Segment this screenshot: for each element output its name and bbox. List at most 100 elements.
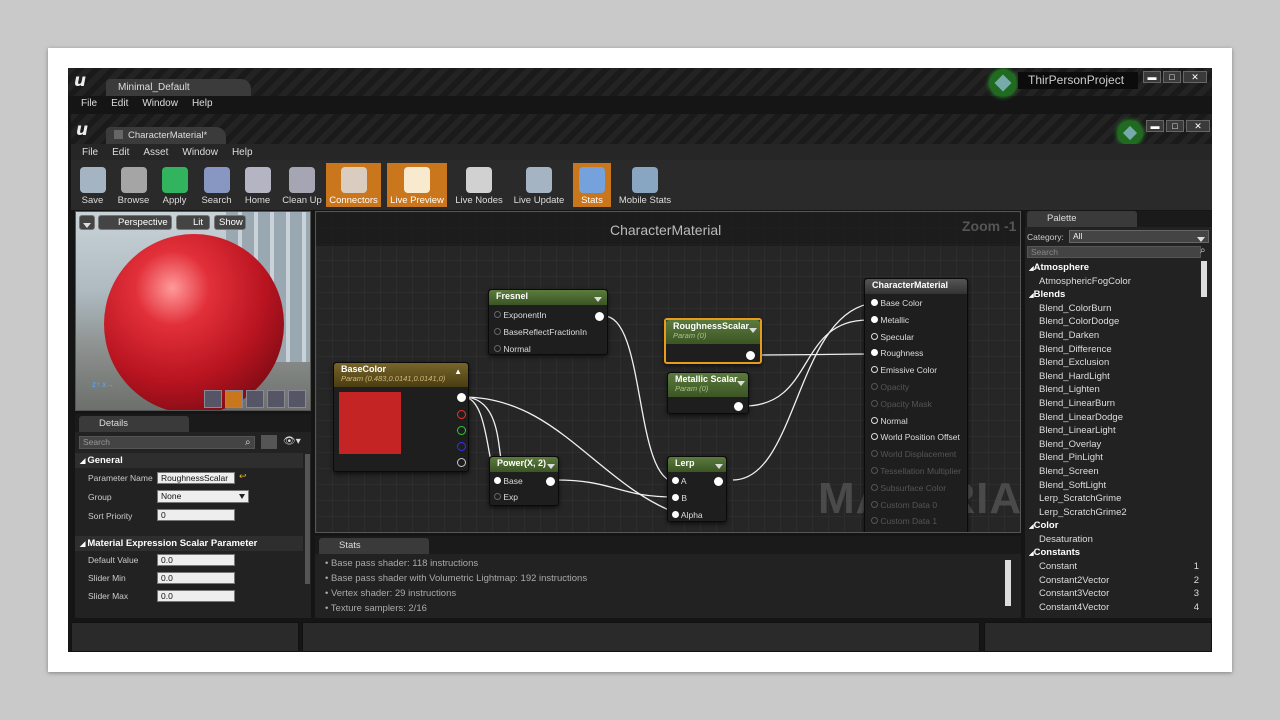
result-pin-base-color[interactable]: Base Color [871,298,922,308]
editor-close-button[interactable]: ✕ [1186,120,1210,132]
save-button[interactable]: Save [73,163,112,207]
power-pin-base[interactable]: Base [494,476,523,486]
palette-item[interactable]: Blend_Lighten [1029,383,1203,397]
palette-item[interactable]: Constant3Vector 3 [1029,587,1203,601]
result-pin-custom-data-1[interactable]: Custom Data 1 [871,516,937,526]
outer-minimize-button[interactable]: ▬ [1143,71,1161,83]
result-pin-emissive-color[interactable]: Emissive Color [871,365,937,375]
outer-menu-help[interactable]: Help [192,98,213,109]
palette-item[interactable]: Blend_PinLight [1029,451,1203,465]
lerp-pin-alpha[interactable]: Alpha [672,510,703,520]
power-pin-exp[interactable]: Exp [494,492,518,502]
result-pin-roughness[interactable]: Roughness [871,348,923,358]
connectors-button[interactable]: Connectors [326,163,381,207]
chevron-down-icon[interactable] [547,461,555,471]
stats-button[interactable]: Stats [573,163,611,207]
palette-item[interactable]: Constant4Vector 4 [1029,601,1203,615]
preview-plane-icon[interactable] [246,390,264,408]
show-button[interactable]: Show [214,215,246,230]
metallic-output-pin[interactable] [734,402,743,411]
metallic-scalar-node[interactable]: Metallic Scalar Param (0) [667,372,749,414]
output-pin-r[interactable] [457,410,466,419]
chevron-down-icon[interactable] [737,378,745,388]
roughness-output-pin[interactable] [746,351,755,360]
preview-sphere-icon[interactable] [225,390,243,408]
palette-item[interactable]: Blend_Overlay [1029,438,1203,452]
output-pin-a[interactable] [457,458,466,467]
slider-max-input[interactable]: 0.0 [157,590,235,602]
palette-item[interactable]: Desaturation [1029,533,1203,547]
outer-menu-window[interactable]: Window [142,98,178,109]
group-select[interactable]: None [157,490,249,503]
result-pin-world-displacement[interactable]: World Displacement [871,449,956,459]
fresnel-pin-normal[interactable]: Normal [494,344,531,354]
details-scrollbar[interactable] [305,454,310,584]
outer-menu-file[interactable]: File [81,98,97,109]
editor-menu-edit[interactable]: Edit [112,147,129,158]
material-result-node[interactable]: CharacterMaterial Base Color Metallic Sp… [864,278,968,532]
chevron-down-icon[interactable] [749,325,757,335]
palette-item[interactable]: Blend_Darken [1029,329,1203,343]
outer-close-button[interactable]: ✕ [1183,71,1207,83]
reset-arrow-icon[interactable]: ↩ [239,471,247,482]
palette-search-input[interactable]: Search [1027,246,1201,258]
preview-viewport[interactable]: Perspective Lit Show z↑ x→ [75,211,311,411]
visibility-eye-icon[interactable]: 👁▾ [283,436,301,447]
stats-scrollbar[interactable] [1005,560,1011,606]
details-search-input[interactable]: Search [79,436,255,449]
palette-item[interactable]: Constant 1 [1029,560,1203,574]
fresnel-node[interactable]: Fresnel ExponentIn BaseReflectFractionIn… [488,289,608,355]
browse-button[interactable]: Browse [114,163,153,207]
palette-tab[interactable]: Palette [1027,211,1137,227]
palette-item[interactable]: Blend_ColorBurn [1029,302,1203,316]
scalar-section-header[interactable]: ◢ Material Expression Scalar Parameter [75,536,303,551]
palette-item[interactable]: Blend_Difference [1029,343,1203,357]
result-pin-tessellation-multiplier[interactable]: Tessellation Multiplier [871,466,961,476]
mobile-stats-button[interactable]: Mobile Stats [614,163,676,207]
output-pin-g[interactable] [457,426,466,435]
editor-minimize-button[interactable]: ▬ [1146,120,1164,132]
palette-item[interactable]: Blend_ColorDodge [1029,315,1203,329]
outer-maximize-button[interactable]: □ [1163,71,1181,83]
editor-menu-file[interactable]: File [82,147,98,158]
editor-tab[interactable]: CharacterMaterial* [106,127,226,144]
fresnel-output-pin[interactable] [595,312,604,321]
palette-category[interactable]: ◢Atmosphere [1029,261,1203,275]
live-preview-button[interactable]: Live Preview [387,163,447,207]
outer-menu-edit[interactable]: Edit [111,98,128,109]
output-pin-b[interactable] [457,442,466,451]
result-pin-normal[interactable]: Normal [871,416,908,426]
home-button[interactable]: Home [238,163,277,207]
editor-maximize-button[interactable]: □ [1166,120,1184,132]
editor-menu-window[interactable]: Window [182,147,218,158]
preview-cylinder-icon[interactable] [204,390,222,408]
general-section-header[interactable]: ◢ General [75,453,303,468]
palette-item[interactable]: Blend_LinearLight [1029,424,1203,438]
power-node[interactable]: Power(X, 2) Base Exp [489,456,559,506]
result-pin-metallic[interactable]: Metallic [871,315,909,325]
chevron-down-icon[interactable] [594,294,602,304]
lerp-output-pin[interactable] [714,477,723,486]
search-button[interactable]: Search [197,163,236,207]
basecolor-node[interactable]: BaseColor Param (0.483,0.0141,0.0141,0) ▲ [333,362,469,472]
editor-menu-help[interactable]: Help [232,147,253,158]
live-nodes-button[interactable]: Live Nodes [453,163,505,207]
preview-cube-icon[interactable] [267,390,285,408]
viewport-options-button[interactable] [79,215,95,230]
live-update-button[interactable]: Live Update [511,163,567,207]
palette-category[interactable]: ◢Color [1029,519,1203,533]
lerp-pin-a[interactable]: A [672,476,687,486]
result-pin-opacity[interactable]: Opacity [871,382,909,392]
palette-item[interactable]: AtmosphericFogColor [1029,275,1203,289]
result-pin-world-position-offset[interactable]: World Position Offset [871,432,960,442]
property-matrix-icon[interactable] [261,435,277,449]
chevron-down-icon[interactable] [715,461,723,471]
palette-item[interactable]: Blend_HardLight [1029,370,1203,384]
lerp-pin-b[interactable]: B [672,493,687,503]
lit-button[interactable]: Lit [176,215,210,230]
sort-priority-input[interactable]: 0 [157,509,235,521]
roughness-scalar-node[interactable]: RoughnessScalar Param (0) [664,318,762,364]
power-output-pin[interactable] [546,477,555,486]
output-pin-rgb[interactable] [457,393,466,402]
clean-up-button[interactable]: Clean Up [279,163,325,207]
